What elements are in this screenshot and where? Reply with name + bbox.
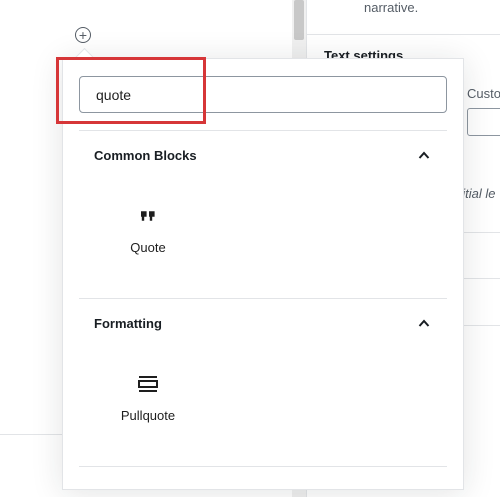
block-item-pullquote[interactable]: Pullquote	[96, 358, 200, 448]
block-search-input[interactable]	[79, 76, 447, 113]
panel-title-common-blocks[interactable]: Common Blocks	[94, 148, 197, 163]
pullquote-icon	[137, 372, 159, 396]
quote-icon	[137, 204, 159, 228]
chevron-up-icon[interactable]	[418, 150, 430, 160]
block-item-label: Quote	[130, 240, 166, 255]
sidebar-divider	[306, 34, 500, 35]
panel-title-formatting[interactable]: Formatting	[94, 316, 162, 331]
block-item-quote[interactable]: Quote	[96, 190, 200, 280]
panel-divider	[79, 298, 447, 299]
block-item-label: Pullquote	[120, 408, 176, 423]
panel-divider	[79, 466, 447, 467]
editor-scrollbar-thumb[interactable]	[294, 0, 304, 40]
sidebar-description-text: narrative.	[364, 0, 419, 15]
panel-divider	[79, 130, 447, 131]
editor-divider	[0, 434, 62, 435]
custom-size-label: Custo	[467, 86, 500, 101]
add-block-icon[interactable]: +	[75, 27, 91, 43]
block-search	[79, 76, 447, 113]
custom-size-input[interactable]	[467, 108, 500, 136]
chevron-up-icon[interactable]	[418, 318, 430, 328]
